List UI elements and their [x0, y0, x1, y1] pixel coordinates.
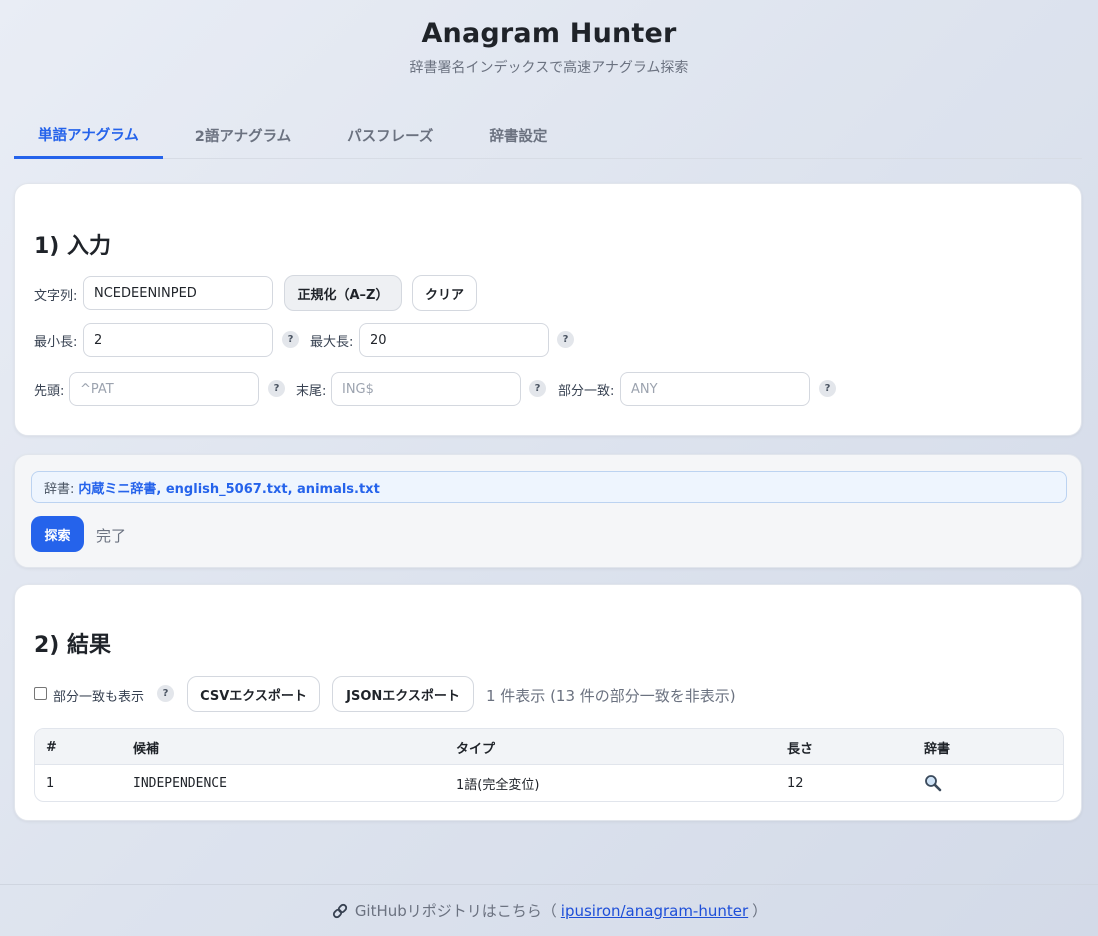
dictionary-list: 内蔵ミニ辞書, english_5067.txt, animals.txt — [78, 481, 380, 497]
min-length-help-icon[interactable]: ? — [282, 331, 299, 348]
search-button[interactable]: 探索 — [31, 516, 84, 552]
normalize-button[interactable]: 正規化（A–Z） — [284, 275, 402, 311]
magnifier-icon[interactable] — [924, 765, 942, 801]
tab-two-word[interactable]: 2語アナグラム — [171, 112, 315, 159]
table-row: 1 INDEPENDENCE 1語(完全変位) 12 — [35, 765, 1063, 801]
column-header-length: 長さ — [787, 741, 814, 757]
row-type: 1語(完全変位) — [456, 777, 540, 793]
result-section-title: 2) 結果 — [34, 633, 112, 658]
link-icon — [331, 902, 349, 920]
dictionary-bar: 辞書: 内蔵ミニ辞書, english_5067.txt, animals.tx… — [31, 471, 1067, 503]
max-length-label: 最大長: — [310, 335, 354, 350]
string-label: 文字列: — [34, 289, 78, 304]
input-section-title: 1) 入力 — [34, 234, 112, 259]
footer-text: GitHubリポジトリはこちら（ — [354, 902, 557, 920]
row-index: 1 — [46, 775, 55, 791]
dictionary-label: 辞書: — [44, 481, 75, 497]
tab-bar: 単語アナグラム 2語アナグラム パスフレーズ 辞書設定 — [14, 112, 1082, 159]
input-card: 1) 入力 文字列: 正規化（A–Z） クリア 最小長: ? 最大長: ? 先頭… — [14, 183, 1082, 436]
prefix-input[interactable] — [69, 372, 259, 406]
row-length: 12 — [787, 775, 804, 791]
column-header-index: # — [46, 739, 57, 755]
column-header-candidate: 候補 — [133, 741, 160, 757]
app-title: Anagram Hunter — [421, 18, 677, 49]
footer: GitHubリポジトリはこちら（ ipusiron/anagram-hunter… — [0, 884, 1098, 936]
suffix-help-icon[interactable]: ? — [529, 380, 546, 397]
github-repo-link[interactable]: ipusiron/anagram-hunter — [561, 902, 748, 920]
row-candidate: INDEPENDENCE — [133, 775, 227, 791]
partial-match-help-icon[interactable]: ? — [157, 685, 174, 702]
suffix-label: 末尾: — [296, 384, 327, 399]
column-header-dictionary: 辞書 — [924, 741, 951, 757]
clear-button[interactable]: クリア — [412, 275, 477, 311]
footer-close: ） — [752, 902, 768, 920]
action-card: 辞書: 内蔵ミニ辞書, english_5067.txt, animals.tx… — [14, 454, 1082, 568]
contains-label: 部分一致: — [558, 384, 615, 399]
min-length-input[interactable] — [83, 323, 273, 357]
search-status: 完了 — [96, 527, 127, 545]
tab-dictionary-settings[interactable]: 辞書設定 — [465, 112, 571, 159]
results-summary: 1 件表示 (13 件の部分一致を非表示) — [486, 687, 736, 705]
contains-help-icon[interactable]: ? — [819, 380, 836, 397]
suffix-input[interactable] — [331, 372, 521, 406]
tab-single-word[interactable]: 単語アナグラム — [14, 112, 163, 159]
max-length-help-icon[interactable]: ? — [557, 331, 574, 348]
app-subtitle: 辞書署名インデックスで高速アナグラム探索 — [409, 60, 689, 76]
table-header: # 候補 タイプ 長さ 辞書 — [35, 729, 1063, 765]
string-input[interactable] — [83, 276, 273, 310]
column-header-type: タイプ — [456, 741, 496, 757]
partial-match-label: 部分一致も表示 — [53, 690, 145, 705]
result-card: 2) 結果 部分一致も表示 ? CSVエクスポート JSONエクスポート 1 件… — [14, 584, 1082, 821]
header: Anagram Hunter 辞書署名インデックスで高速アナグラム探索 — [0, 0, 1098, 77]
contains-input[interactable] — [620, 372, 810, 406]
results-table: # 候補 タイプ 長さ 辞書 1 INDEPENDENCE 1語(完全変位) 1… — [34, 728, 1064, 802]
prefix-label: 先頭: — [34, 384, 65, 399]
partial-match-checkbox[interactable] — [34, 687, 47, 700]
csv-export-button[interactable]: CSVエクスポート — [187, 676, 320, 712]
max-length-input[interactable] — [359, 323, 549, 357]
json-export-button[interactable]: JSONエクスポート — [332, 676, 474, 712]
min-length-label: 最小長: — [34, 335, 78, 350]
prefix-help-icon[interactable]: ? — [268, 380, 285, 397]
tab-passphrase[interactable]: パスフレーズ — [323, 112, 457, 159]
